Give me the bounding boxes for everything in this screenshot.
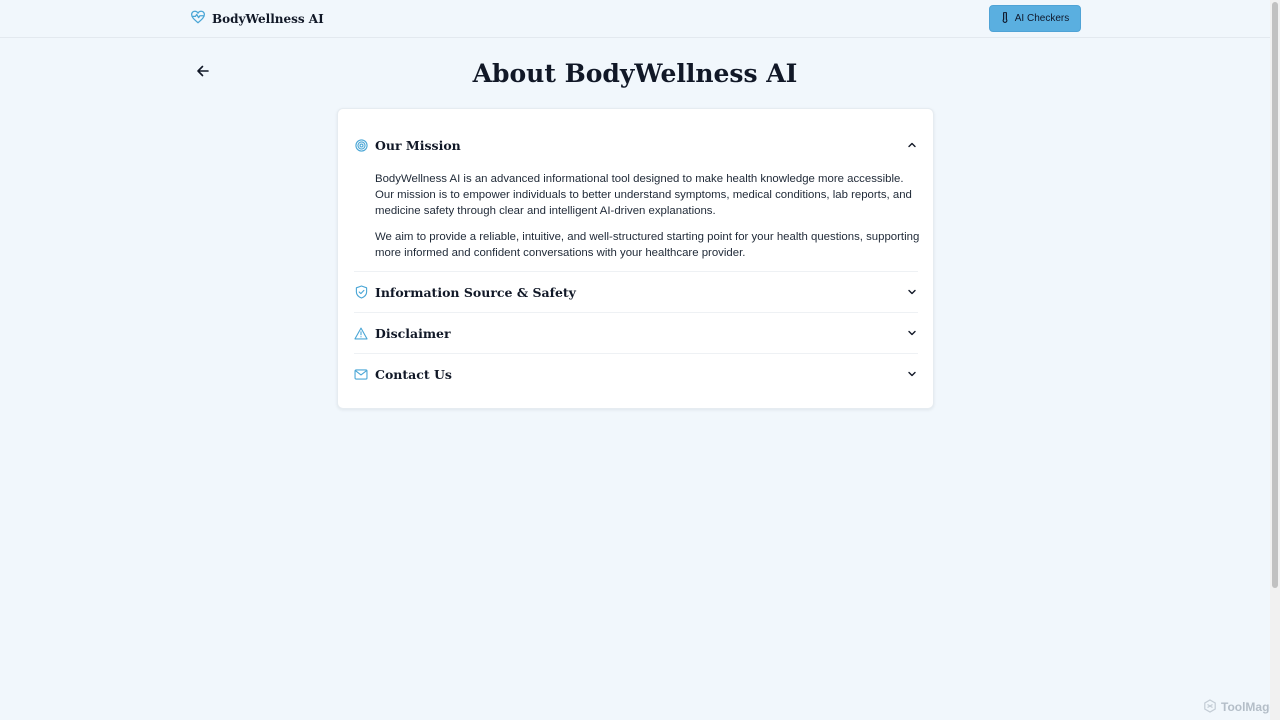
watermark-text: ToolMage (1221, 700, 1277, 714)
about-accordion: Our Mission BodyWellness AI is an advanc… (337, 108, 934, 409)
ai-checkers-button[interactable]: AI Checkers (989, 5, 1081, 32)
accordion-header-contact-us[interactable]: Contact Us (354, 354, 918, 394)
accordion-header-our-mission[interactable]: Our Mission (354, 125, 918, 165)
section-title: Contact Us (375, 366, 452, 382)
scrollbar-thumb[interactable] (1272, 2, 1278, 588)
chevron-down-icon (906, 286, 918, 298)
warning-triangle-icon (354, 326, 368, 340)
vertical-scrollbar[interactable] (1270, 0, 1280, 720)
thermometer-icon (1001, 10, 1009, 26)
mail-icon (354, 367, 368, 381)
chevron-down-icon (906, 368, 918, 380)
mission-paragraph-2: We aim to provide a reliable, intuitive,… (375, 231, 920, 259)
page-title: About BodyWellness AI (472, 59, 798, 88)
top-header: BodyWellness AI AI Checkers (0, 0, 1270, 38)
section-title: Disclaimer (375, 325, 451, 341)
brand-name: BodyWellness AI (212, 12, 324, 26)
chevron-up-icon (906, 139, 918, 151)
hexagon-logo-icon (1203, 698, 1217, 716)
ai-checkers-label: AI Checkers (1014, 13, 1070, 24)
brand-logo[interactable]: BodyWellness AI (190, 10, 324, 28)
target-icon (354, 138, 368, 152)
mission-paragraph-1: BodyWellness AI is an advanced informati… (375, 173, 912, 217)
chevron-down-icon (906, 327, 918, 339)
heart-pulse-icon (190, 10, 206, 29)
watermark: ToolMage (1203, 698, 1277, 716)
accordion-header-information-source-safety[interactable]: Information Source & Safety (354, 272, 918, 312)
shield-check-icon (354, 285, 368, 299)
section-title: Information Source & Safety (375, 284, 576, 300)
section-title: Our Mission (375, 137, 461, 153)
accordion-header-disclaimer[interactable]: Disclaimer (354, 313, 918, 353)
